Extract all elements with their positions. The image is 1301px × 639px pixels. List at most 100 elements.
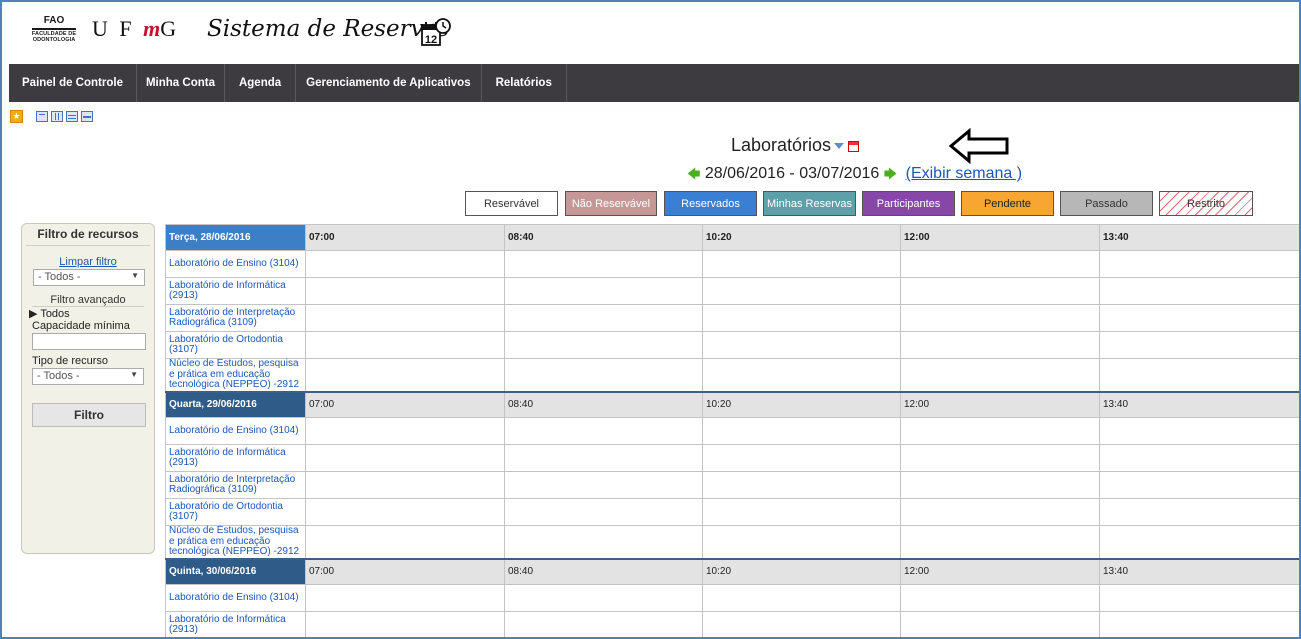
reservation-slot[interactable] [305, 250, 505, 278]
reservation-slot[interactable] [1099, 498, 1299, 526]
reservation-slot[interactable] [305, 611, 505, 637]
todos-toggle[interactable]: ▶ Todos [29, 307, 154, 320]
nav-relatorios[interactable]: Relatórios [482, 64, 567, 102]
reservation-slot[interactable] [1099, 277, 1299, 305]
reservation-slot[interactable] [305, 277, 505, 305]
reservation-slot[interactable] [305, 304, 505, 332]
reservation-slot[interactable] [1099, 250, 1299, 278]
resource-link[interactable]: Laboratório de Interpretação Radiográfic… [165, 304, 306, 332]
ufmg-logo-m: m [143, 16, 161, 41]
calendar-icon[interactable] [848, 140, 860, 152]
reservation-slot[interactable] [1099, 525, 1299, 559]
resource-link[interactable]: Laboratório de Informática (2913) [165, 444, 306, 472]
reservation-slot[interactable] [702, 444, 901, 472]
prev-week-arrow-icon[interactable]: 🡄 [687, 166, 700, 181]
reservation-slot[interactable] [900, 498, 1100, 526]
reservation-slot[interactable] [1099, 304, 1299, 332]
resource-type-select[interactable]: - Todos - ▼ [32, 368, 144, 385]
reservation-slot[interactable] [702, 304, 901, 332]
reservation-slot[interactable] [702, 277, 901, 305]
resource-link[interactable]: Laboratório de Ensino (3104) [165, 584, 306, 612]
resource-link[interactable]: Laboratório de Interpretação Radiográfic… [165, 471, 306, 499]
star-icon[interactable]: ★ [10, 110, 23, 123]
fao-logo[interactable]: FAO FACULDADE DE ODONTOLOGIA [26, 16, 82, 43]
reservation-slot[interactable] [900, 277, 1100, 305]
reservation-slot[interactable] [305, 525, 505, 559]
reservation-slot[interactable] [900, 331, 1100, 359]
reservation-slot[interactable] [504, 331, 703, 359]
reservation-slot[interactable] [702, 471, 901, 499]
resource-link[interactable]: Laboratório de Informática (2913) [165, 611, 306, 637]
nav-minha-conta[interactable]: Minha Conta [137, 64, 225, 102]
min-capacity-input[interactable] [32, 333, 146, 350]
resource-link[interactable]: Núcleo de Estudos, pesquisa e prática em… [165, 358, 306, 392]
schedule-name[interactable]: Laboratórios [731, 135, 831, 155]
reservation-slot[interactable] [900, 417, 1100, 445]
calendar-logo-day: 12 [425, 34, 437, 46]
reservation-slot[interactable] [900, 525, 1100, 559]
reservation-slot[interactable] [900, 250, 1100, 278]
resource-select[interactable]: - Todos - ▼ [33, 269, 145, 286]
resource-link[interactable]: Núcleo de Estudos, pesquisa e prática em… [165, 525, 306, 559]
reservation-slot[interactable] [504, 417, 703, 445]
reservation-slot[interactable] [305, 498, 505, 526]
reservation-slot[interactable] [702, 584, 901, 612]
reservation-slot[interactable] [504, 304, 703, 332]
chevron-down-icon[interactable] [834, 143, 845, 150]
reservation-slot[interactable] [305, 417, 505, 445]
reservation-slot[interactable] [1099, 358, 1299, 392]
reservation-slot[interactable] [504, 358, 703, 392]
nav-agenda[interactable]: Agenda [225, 64, 297, 102]
reservation-slot[interactable] [1099, 471, 1299, 499]
reservation-slot[interactable] [900, 444, 1100, 472]
resource-link[interactable]: Laboratório de Ortodontia (3107) [165, 331, 306, 359]
clear-filter-link[interactable]: Limpar filtro [22, 256, 154, 268]
resource-link[interactable]: Laboratório de Informática (2913) [165, 277, 306, 305]
resource-link[interactable]: Laboratório de Ortodontia (3107) [165, 498, 306, 526]
reservation-slot[interactable] [1099, 444, 1299, 472]
reservation-slot[interactable] [1099, 611, 1299, 637]
reservation-slot[interactable] [702, 250, 901, 278]
reservation-slot[interactable] [702, 331, 901, 359]
reservation-slot[interactable] [305, 331, 505, 359]
week-view-icon[interactable] [51, 111, 63, 122]
ufmg-logo[interactable]: U F mG [92, 16, 179, 42]
reservation-slot[interactable] [702, 358, 901, 392]
reservation-slot[interactable] [305, 471, 505, 499]
reservation-slot[interactable] [504, 584, 703, 612]
day-view-icon[interactable] [36, 111, 48, 122]
reservation-slot[interactable] [504, 498, 703, 526]
list-view-icon[interactable] [66, 111, 78, 122]
reservation-slot[interactable] [504, 444, 703, 472]
left-arrow-pointer-icon [949, 128, 1009, 164]
reservation-slot[interactable] [900, 611, 1100, 637]
reservation-slot[interactable] [504, 471, 703, 499]
main-navbar: Painel de Controle Minha Conta Agenda Ge… [9, 64, 1299, 102]
resource-link[interactable]: Laboratório de Ensino (3104) [165, 250, 306, 278]
reservation-slot[interactable] [305, 358, 505, 392]
reservation-slot[interactable] [504, 250, 703, 278]
reservation-slot[interactable] [702, 611, 901, 637]
reservation-slot[interactable] [702, 417, 901, 445]
reservation-slot[interactable] [504, 611, 703, 637]
reservation-slot[interactable] [702, 498, 901, 526]
reservation-slot[interactable] [900, 304, 1100, 332]
reservation-slot[interactable] [1099, 331, 1299, 359]
nav-painel-de-controle[interactable]: Painel de Controle [9, 64, 137, 102]
reservation-slot[interactable] [305, 444, 505, 472]
reservation-slot[interactable] [900, 471, 1100, 499]
resource-link[interactable]: Laboratório de Ensino (3104) [165, 417, 306, 445]
filter-button[interactable]: Filtro [32, 403, 146, 427]
next-week-arrow-icon[interactable]: 🡆 [884, 166, 897, 181]
condensed-view-icon[interactable] [81, 111, 93, 122]
show-week-link[interactable]: (Exibir semana ) [906, 165, 1022, 182]
reservation-slot[interactable] [900, 358, 1100, 392]
reservation-slot[interactable] [305, 584, 505, 612]
reservation-slot[interactable] [1099, 584, 1299, 612]
nav-gerenciamento-aplicativos[interactable]: Gerenciamento de Aplicativos [296, 64, 482, 102]
reservation-slot[interactable] [504, 277, 703, 305]
reservation-slot[interactable] [702, 525, 901, 559]
reservation-slot[interactable] [900, 584, 1100, 612]
reservation-slot[interactable] [504, 525, 703, 559]
reservation-slot[interactable] [1099, 417, 1299, 445]
